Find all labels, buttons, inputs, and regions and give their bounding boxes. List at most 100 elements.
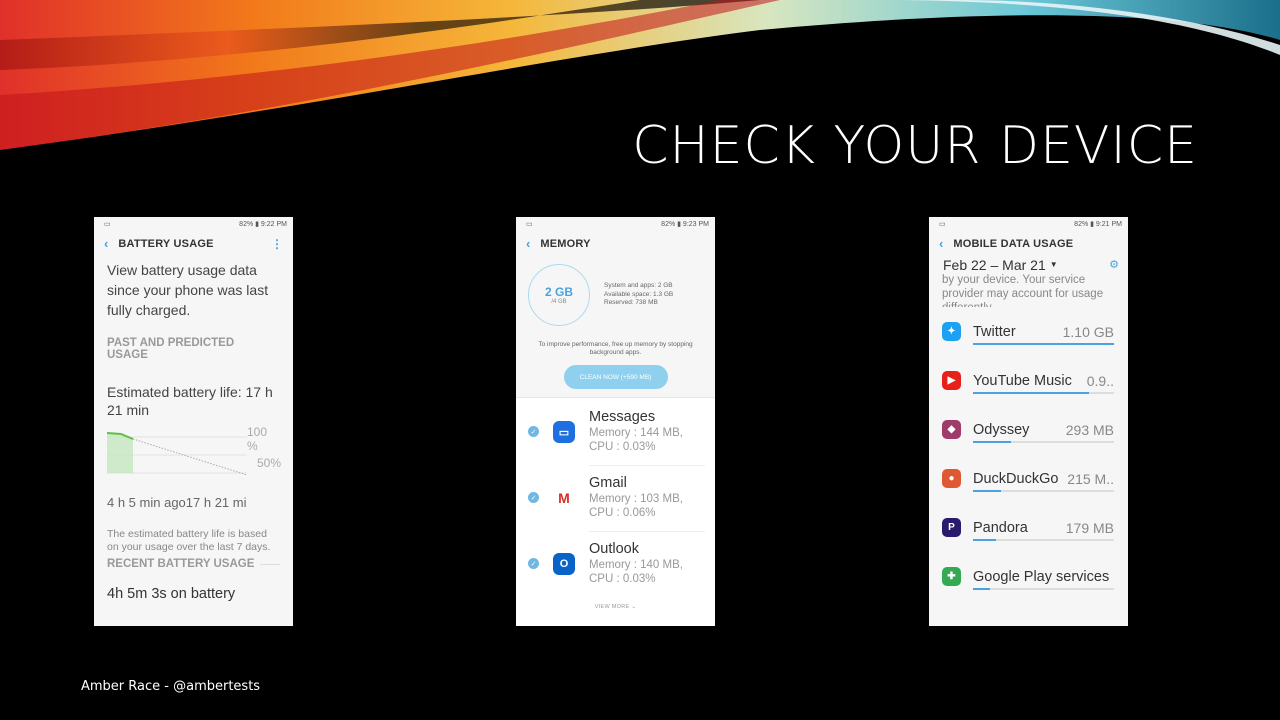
app-data-value: 0.9..: [1086, 372, 1114, 389]
usage-bar-fill: [973, 490, 1002, 492]
battery-graph: 100 % 50%: [107, 425, 281, 487]
app-cpu: CPU : 0.06%: [589, 507, 656, 519]
more-options-icon[interactable]: ⋮: [271, 237, 283, 251]
app-name: YouTube Music: [973, 372, 1072, 389]
graph-time-axis: 4 h 5 min ago 17 h 21 mi: [94, 487, 293, 510]
data-app-list: ✦ Twitter 1.10 GB ▶ YouTube Music 0.9.. ◆ Odyss…: [929, 307, 1128, 601]
dropdown-caret-icon: ▼: [1049, 260, 1058, 269]
memory-info-line: Reserved: 738 MB: [604, 299, 658, 307]
list-item[interactable]: ✦ Twitter 1.10 GB: [929, 307, 1128, 356]
screen-header: ‹ BATTERY USAGE ⋮: [94, 231, 293, 256]
battery-usage-screenshot: ▭ 82% ▮ 9:22 PM ‹ BATTERY USAGE ⋮ View b…: [94, 217, 293, 626]
battery-graph-plot: [107, 432, 247, 476]
list-item[interactable]: P Pandora 179 MB: [929, 503, 1128, 552]
section-header: RECENT BATTERY USAGE: [94, 558, 293, 570]
list-item[interactable]: ✚ Google Play services: [929, 552, 1128, 601]
list-item[interactable]: ✓ ▭ Messages Memory : 144 MB, CPU : 0.03…: [516, 400, 715, 466]
usage-bar: [973, 490, 1114, 492]
date-range: Feb 22 – Mar 21: [943, 256, 1046, 273]
app-data-value: 179 MB: [1065, 519, 1114, 536]
memory-info-line: System and apps: 2 GB: [604, 282, 673, 290]
screen-header: ‹ MOBILE DATA USAGE: [929, 231, 1128, 256]
view-more-link[interactable]: VIEW MORE ⌄: [516, 604, 715, 610]
app-name: Pandora: [973, 519, 1028, 536]
check-icon[interactable]: ✓: [528, 558, 539, 569]
usage-bar: [973, 392, 1114, 394]
list-item[interactable]: ▶ YouTube Music 0.9..: [929, 356, 1128, 405]
notification-icon: ▭: [104, 221, 111, 228]
app-cpu: CPU : 0.03%: [589, 441, 656, 453]
app-name: Messages: [589, 409, 656, 425]
app-name: Outlook: [589, 541, 639, 557]
memory-info: System and apps: 2 GB Available space: 1…: [604, 282, 673, 308]
list-item[interactable]: ✓ O Outlook Memory : 140 MB, CPU : 0.03%: [516, 532, 715, 598]
status-time: 82% ▮ 9:21 PM: [1074, 221, 1122, 228]
notification-icon: ▭: [939, 221, 946, 228]
usage-bar-fill: [973, 392, 1089, 394]
memory-used: 2 GB: [544, 285, 573, 299]
twitter-icon: ✦: [942, 322, 961, 341]
screen-title: BATTERY USAGE: [118, 237, 214, 250]
list-item[interactable]: ● DuckDuckGo 215 M..: [929, 454, 1128, 503]
mobile-data-usage-screenshot: ▭ 82% ▮ 9:21 PM ‹ MOBILE DATA USAGE Feb …: [929, 217, 1128, 626]
notification-icon: ▭: [526, 221, 533, 228]
status-bar: ▭ 82% ▮ 9:21 PM: [929, 217, 1128, 231]
usage-bar: [973, 441, 1114, 443]
app-memory: Memory : 144 MB,: [589, 427, 683, 439]
time-left: 4 h 5 min ago: [107, 495, 186, 510]
usage-note: by your device. Your service provider ma…: [942, 274, 1104, 307]
odyssey-icon: ◆: [942, 420, 961, 439]
on-battery-duration: 4h 5m 3s on battery: [107, 586, 236, 602]
back-chevron-icon[interactable]: ‹: [939, 237, 943, 250]
status-bar: ▭ 82% ▮ 9:22 PM: [94, 217, 293, 231]
section-header: PAST AND PREDICTED USAGE: [94, 337, 293, 361]
date-range-dropdown[interactable]: Feb 22 – Mar 21 ▼ ⚙: [929, 256, 1128, 273]
memory-tip: To improve performance, free up memory b…: [538, 341, 693, 356]
back-chevron-icon[interactable]: ‹: [526, 237, 530, 250]
label-100: 100 %: [247, 425, 268, 453]
usage-bar-fill: [973, 588, 990, 590]
status-bar: ▭ 82% ▮ 9:23 PM: [516, 217, 715, 231]
usage-bar-fill: [973, 539, 996, 541]
app-name: DuckDuckGo: [973, 470, 1059, 487]
usage-bar: [973, 539, 1114, 541]
battery-estimate: Estimated battery life: 17 h 21 min: [107, 384, 273, 418]
list-item[interactable]: ✓ M Gmail Memory : 103 MB, CPU : 0.06%: [516, 466, 715, 532]
app-data-value: 1.10 GB: [1062, 323, 1114, 340]
memory-info-line: Available space: 1.3 GB: [604, 290, 674, 298]
play-services-icon: ✚: [942, 567, 961, 586]
time-right: 17 h 21 mi: [185, 495, 247, 510]
app-data-value: 293 MB: [1065, 421, 1114, 438]
usage-bar: [973, 588, 1114, 590]
label-50: 50%: [256, 456, 281, 470]
slide-title: CHECK YOUR DEVICE: [632, 116, 1198, 176]
memory-ring: 2 GB /4 GB: [528, 264, 590, 326]
gear-icon[interactable]: ⚙: [1109, 258, 1119, 271]
list-item[interactable]: ◆ Odyssey 293 MB: [929, 405, 1128, 454]
app-data-value: 215 M..: [1067, 470, 1114, 487]
clean-now-button[interactable]: CLEAN NOW (+590 MB): [563, 365, 668, 389]
battery-note: The estimated battery life is based on y…: [107, 528, 271, 553]
usage-bar-fill: [973, 343, 1114, 345]
app-name: Twitter: [973, 323, 1016, 340]
check-icon[interactable]: ✓: [528, 426, 539, 437]
usage-bar-fill: [973, 441, 1012, 443]
back-chevron-icon[interactable]: ‹: [104, 237, 108, 250]
check-icon[interactable]: ✓: [528, 492, 539, 503]
app-name: Google Play services: [973, 568, 1110, 585]
app-name: Odyssey: [973, 421, 1030, 438]
screen-title: MOBILE DATA USAGE: [953, 237, 1074, 250]
screen-header: ‹ MEMORY: [516, 231, 715, 256]
view-more-label: VIEW MORE: [594, 604, 630, 610]
duckduckgo-icon: ●: [942, 469, 961, 488]
usage-bar: [973, 343, 1114, 345]
gmail-icon: M: [553, 487, 575, 509]
screen-title: MEMORY: [540, 237, 591, 250]
status-time: 82% ▮ 9:23 PM: [661, 221, 709, 228]
memory-screenshot: ▭ 82% ▮ 9:23 PM ‹ MEMORY 2 GB /4 GB Syst…: [516, 217, 715, 626]
chevron-down-icon: ⌄: [631, 604, 637, 610]
footer-credit: Amber Race - @ambertests: [81, 679, 261, 694]
battery-intro: View battery usage data since your phone…: [107, 262, 269, 318]
app-cpu: CPU : 0.03%: [589, 573, 656, 585]
memory-total: /4 GB: [551, 299, 567, 305]
